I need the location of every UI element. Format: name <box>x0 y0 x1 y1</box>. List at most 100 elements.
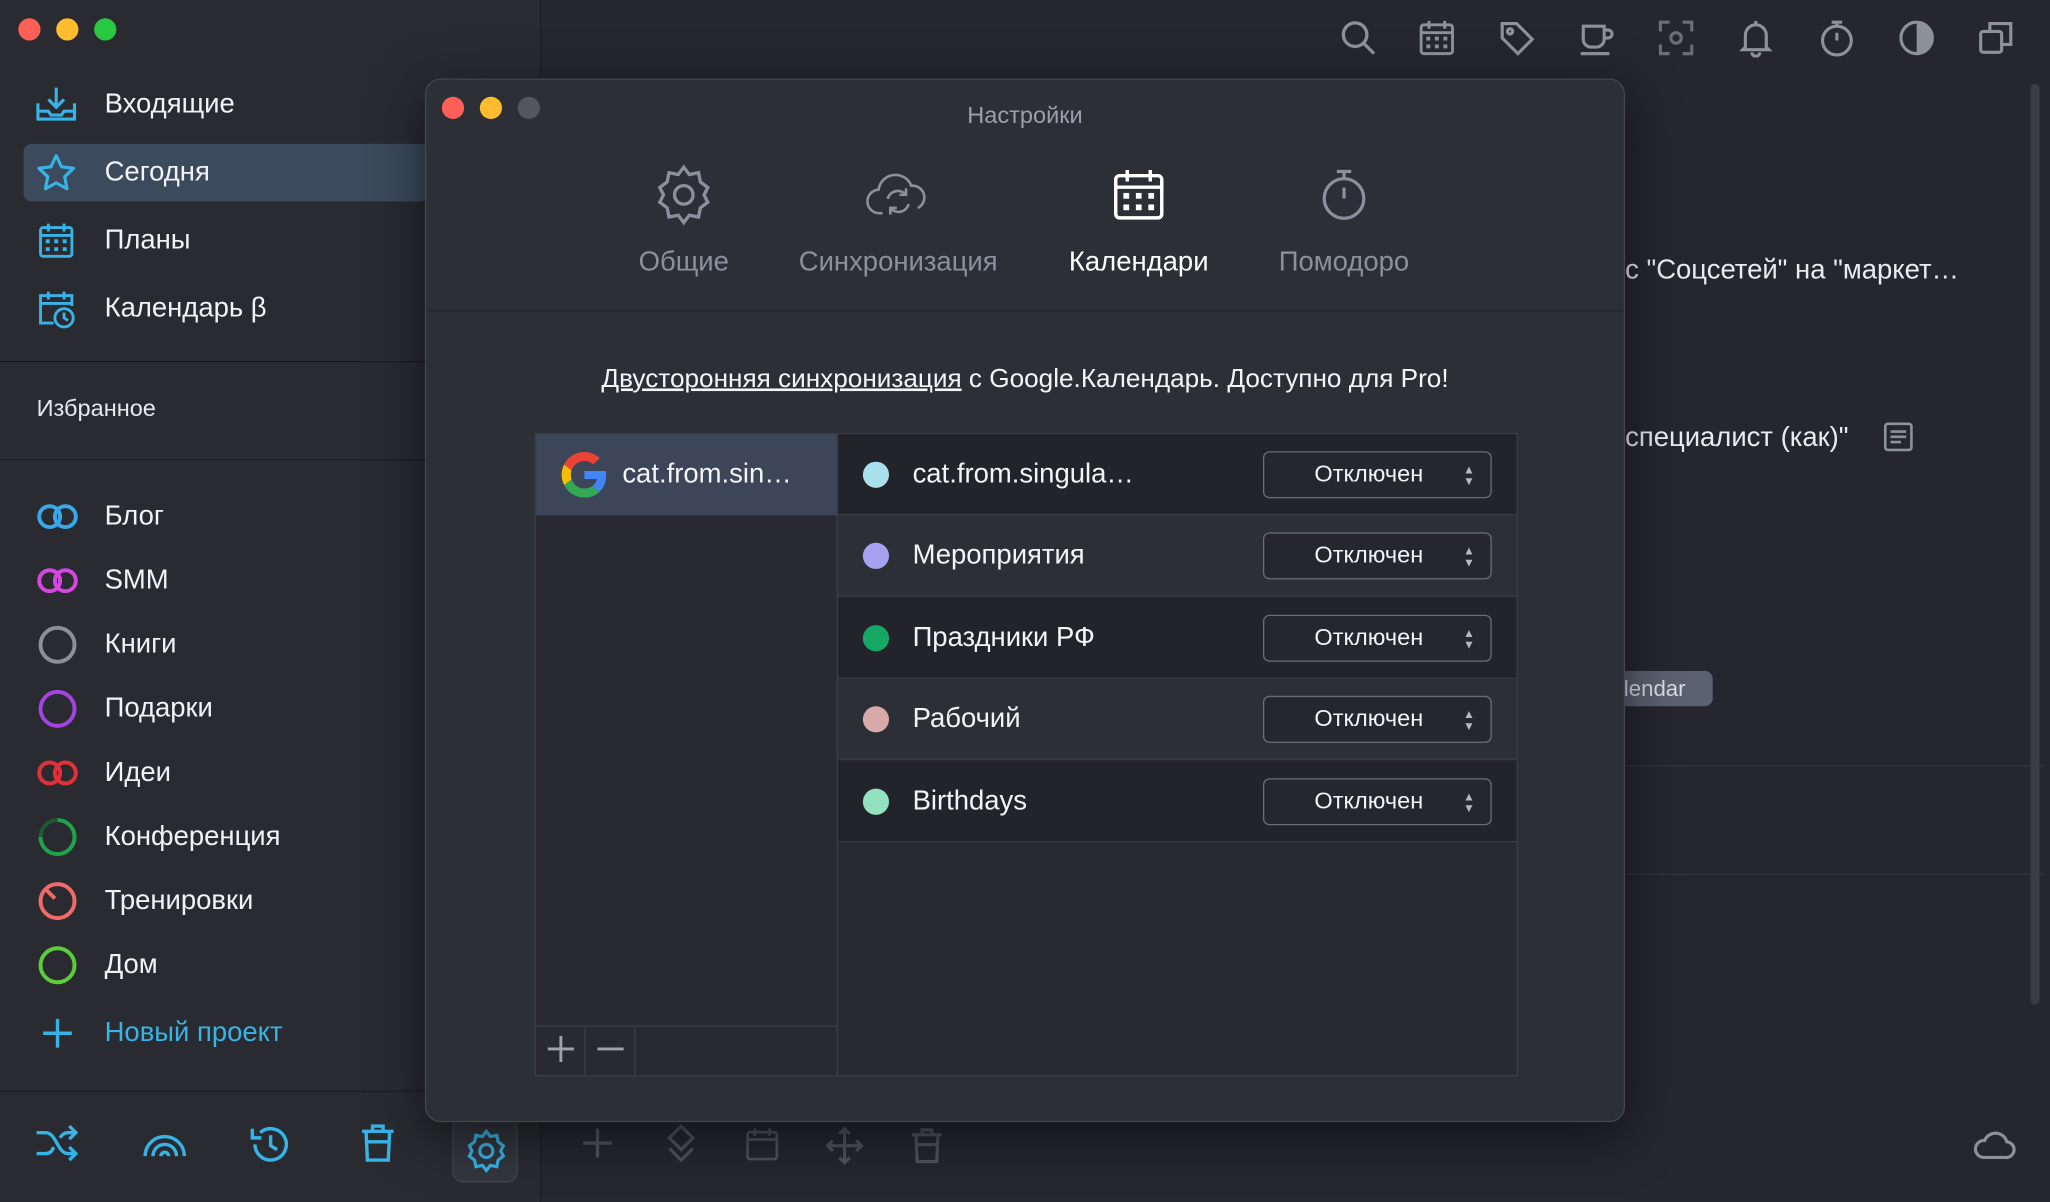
window-controls <box>18 18 117 41</box>
sidebar-item-inbox[interactable]: Входящие <box>24 76 429 134</box>
sidebar-item-label: Календарь β <box>104 292 267 324</box>
plus-icon[interactable] <box>580 1126 614 1167</box>
priority-icon[interactable] <box>664 1123 698 1169</box>
project-item-conference[interactable]: Конференция <box>34 811 281 863</box>
double-circle-icon <box>34 759 81 788</box>
dialog-title: Настройки <box>967 102 1083 129</box>
sidebar-item-calendar[interactable]: Календарь β <box>24 280 429 338</box>
calendar-sync-select[interactable]: Отключен ▲ ▼ <box>1262 695 1492 743</box>
calendar-name: cat.from.singula… <box>912 458 1134 489</box>
new-project-button[interactable]: Новый проект <box>34 1007 283 1059</box>
calendars-list: cat.from.singula… Отключен ▲ ▼ Мероприятия… <box>836 432 1518 1077</box>
task-title[interactable]: с "Соцсетей" на "маркет… <box>1625 255 1959 286</box>
note-icon <box>1883 421 1914 459</box>
accounts-list: cat.from.sin… <box>534 432 839 1077</box>
project-item-ideas[interactable]: Идеи <box>34 747 171 799</box>
tab-label: Календари <box>1068 247 1209 278</box>
calendar-sync-select[interactable]: Отключен ▲ ▼ <box>1262 614 1492 662</box>
calendar-icon[interactable] <box>1417 18 1456 64</box>
calendar-grid-icon <box>24 221 89 260</box>
project-label: Книги <box>104 629 177 660</box>
project-item-books[interactable]: Книги <box>34 619 176 671</box>
close-window-button[interactable] <box>18 18 41 41</box>
new-project-label: Новый проект <box>104 1017 283 1048</box>
project-item-workouts[interactable]: Тренировки <box>34 875 253 927</box>
pro-promo: Двусторонняя синхронизация с Google.Кале… <box>426 365 1624 395</box>
scrollbar[interactable] <box>2030 83 2040 1005</box>
add-account-button[interactable] <box>536 1026 586 1077</box>
calendar-row: Birthdays Отключен ▲ ▼ <box>838 761 1517 843</box>
select-value: Отключен <box>1314 460 1424 487</box>
tab-calendars[interactable]: Календари <box>1062 161 1216 279</box>
calendar-color-dot <box>862 542 890 569</box>
cloud-sync-icon <box>865 165 930 229</box>
circle-icon <box>34 944 81 986</box>
settings-button[interactable] <box>452 1116 518 1183</box>
tab-sync[interactable]: Синхронизация <box>790 161 1007 279</box>
history-icon[interactable] <box>248 1122 292 1173</box>
project-item-smm[interactable]: SMM <box>34 555 169 607</box>
progress-circle-icon <box>34 816 81 858</box>
task-title[interactable]: специалист (как)" <box>1625 422 1848 453</box>
sidebar-item-plans[interactable]: Планы <box>24 212 429 270</box>
tag-icon[interactable] <box>1497 18 1536 64</box>
updown-chevron-icon: ▲ ▼ <box>1463 625 1475 651</box>
calendar-icon[interactable] <box>744 1126 781 1169</box>
project-label: Подарки <box>104 693 213 724</box>
trash-icon[interactable] <box>909 1126 946 1172</box>
calendar-row: Рабочий Отключен ▲ ▼ <box>838 678 1517 760</box>
project-item-gifts[interactable]: Подарки <box>34 683 213 735</box>
updown-chevron-icon: ▲ ▼ <box>1463 789 1475 815</box>
sidebar-item-today[interactable]: Сегодня <box>23 143 429 202</box>
calendar-color-dot <box>862 461 890 488</box>
search-icon[interactable] <box>1339 18 1378 64</box>
rainbow-icon[interactable] <box>141 1122 188 1168</box>
calendar-row: cat.from.singula… Отключен ▲ ▼ <box>838 434 1517 516</box>
calendar-sync-select[interactable]: Отключен ▲ ▼ <box>1262 450 1492 498</box>
stopwatch-icon[interactable] <box>1817 18 1856 64</box>
accounts-footer <box>536 1025 837 1077</box>
account-item[interactable]: cat.from.sin… <box>536 434 837 516</box>
windows-icon[interactable] <box>1977 18 2016 64</box>
circle-icon <box>34 688 81 730</box>
contrast-icon[interactable] <box>1897 18 1936 64</box>
minimize-window-button[interactable] <box>56 18 79 41</box>
calendar-row: Мероприятия Отключен ▲ ▼ <box>838 515 1517 597</box>
updown-chevron-icon: ▲ ▼ <box>1463 706 1475 732</box>
progress-circle-icon <box>34 880 81 922</box>
double-circle-icon <box>34 566 81 595</box>
project-item-blog[interactable]: Блог <box>34 490 164 542</box>
remove-account-button[interactable] <box>586 1026 636 1077</box>
stopwatch-icon <box>1317 165 1372 229</box>
trash-icon[interactable] <box>358 1122 397 1170</box>
tab-pomodoro[interactable]: Помодоро <box>1271 161 1417 279</box>
sidebar-item-label: Сегодня <box>104 156 210 188</box>
select-value: Отключен <box>1314 787 1424 814</box>
move-icon[interactable] <box>825 1126 864 1172</box>
two-way-sync-link[interactable]: Двусторонняя синхронизация <box>601 365 961 394</box>
calendar-sync-select[interactable]: Отключен ▲ ▼ <box>1262 777 1492 825</box>
calendar-sync-select[interactable]: Отключен ▲ ▼ <box>1262 531 1492 579</box>
project-label: Блог <box>104 500 164 532</box>
calendar-color-dot <box>862 788 890 815</box>
select-value: Отключен <box>1314 623 1424 651</box>
project-item-home[interactable]: Дом <box>34 939 158 991</box>
calendar-name: Birthdays <box>912 785 1028 816</box>
zoom-window-button[interactable] <box>94 18 117 41</box>
calendar-name: Праздники РФ <box>912 621 1095 652</box>
shuffle-icon[interactable] <box>34 1122 79 1170</box>
gear-icon <box>652 163 715 232</box>
project-label: Конференция <box>104 821 281 852</box>
circle-icon <box>34 624 81 666</box>
inbox-icon <box>24 85 89 124</box>
focus-icon[interactable] <box>1656 18 1695 64</box>
account-email: cat.from.sin… <box>622 459 792 490</box>
project-label: Дом <box>104 949 158 980</box>
bell-icon[interactable] <box>1736 18 1775 64</box>
cup-icon[interactable] <box>1577 18 1616 64</box>
star-icon <box>24 152 89 194</box>
calendar-color-dot <box>862 624 890 651</box>
tab-general[interactable]: Общие <box>628 161 740 279</box>
cloud-icon[interactable] <box>1972 1127 2016 1168</box>
tab-label: Помодоро <box>1278 247 1410 278</box>
